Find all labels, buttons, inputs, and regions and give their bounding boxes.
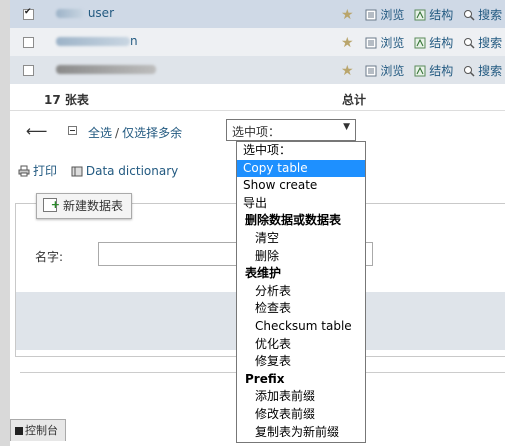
row-actions: ★ 浏览 结构 搜索 bbox=[341, 62, 505, 79]
dropdown-option[interactable]: 清空 bbox=[237, 230, 365, 248]
table-row[interactable]: ★ 浏览 结构 搜索 bbox=[10, 56, 505, 84]
table-name-label: 名字: bbox=[35, 250, 64, 264]
table-count: 17 张表 bbox=[44, 93, 89, 107]
arrow-up-icon: ⟵​ bbox=[26, 122, 48, 140]
dropdown-option[interactable]: 分析表 bbox=[237, 283, 365, 301]
search-icon bbox=[464, 66, 475, 77]
check-overhead-link[interactable]: 仅选择多余 bbox=[122, 126, 182, 140]
dropdown-option[interactable]: 导出 bbox=[237, 195, 365, 213]
structure-icon bbox=[414, 9, 426, 21]
row-actions: ★ 浏览 结构 搜索 bbox=[341, 6, 505, 23]
with-selected-dropdown: 选中项： Copy table Show create 导出 删除数据或数据表清空 删除表… bbox=[236, 141, 366, 443]
with-selected-select[interactable]: 选中项： ▼ bbox=[226, 119, 356, 141]
chevron-down-icon: ▼ bbox=[343, 122, 350, 132]
star-icon[interactable]: ★ bbox=[341, 35, 354, 51]
dropdown-option[interactable]: 选中项： bbox=[237, 142, 365, 160]
redacted-text bbox=[56, 37, 130, 46]
print-link[interactable]: 打印 bbox=[18, 164, 57, 178]
dropdown-option[interactable]: 优化表 bbox=[237, 336, 365, 354]
dropdown-group-label: 表维护 bbox=[245, 266, 282, 281]
structure-icon bbox=[414, 37, 426, 49]
search-icon bbox=[464, 38, 475, 49]
dropdown-option[interactable]: 复制表为新前缀 bbox=[237, 424, 365, 442]
dropdown-option[interactable]: 检查表 bbox=[237, 300, 365, 318]
console-tab[interactable]: 控制台 bbox=[10, 419, 66, 441]
structure-icon bbox=[414, 65, 426, 77]
printer-icon bbox=[18, 165, 30, 177]
search-link[interactable]: 搜索 bbox=[463, 6, 502, 23]
search-link[interactable]: 搜索 bbox=[463, 62, 502, 79]
dropdown-option[interactable]: Checksum table bbox=[237, 318, 365, 336]
data-dictionary-link[interactable]: Data dictionary bbox=[71, 164, 178, 178]
table-name-link[interactable] bbox=[56, 62, 156, 76]
select-value: 选中项： bbox=[232, 125, 281, 139]
structure-link[interactable]: 结构 bbox=[414, 62, 453, 79]
star-icon[interactable]: ★ bbox=[341, 63, 354, 79]
collapse-icon[interactable] bbox=[68, 126, 77, 135]
row-checkbox[interactable] bbox=[23, 37, 34, 48]
new-table-icon bbox=[43, 193, 60, 217]
redacted-text bbox=[56, 65, 156, 74]
browse-link[interactable]: 浏览 bbox=[365, 6, 404, 23]
check-all-link[interactable]: 全选 bbox=[88, 126, 112, 140]
table-row[interactable]: n ★ 浏览 结构 搜索 bbox=[10, 28, 505, 56]
new-table-legend: 新建数据表 bbox=[36, 193, 133, 219]
table-summary-row: 17 张表 总计 bbox=[10, 84, 505, 111]
search-icon bbox=[464, 10, 475, 21]
dropdown-option[interactable]: 添加表前缀 bbox=[237, 388, 365, 406]
table-name-link[interactable]: user bbox=[56, 6, 114, 20]
dropdown-option[interactable]: Show create bbox=[237, 177, 365, 195]
table-row[interactable]: user ★ 浏览 结构 搜索 bbox=[10, 0, 505, 28]
redacted-text bbox=[56, 9, 84, 18]
dropdown-group-label: 删除数据或数据表 bbox=[245, 213, 342, 228]
print-bar: 打印 Data dictionary bbox=[18, 162, 188, 179]
browse-link[interactable]: 浏览 bbox=[365, 34, 404, 51]
dropdown-group-label: Prefix bbox=[245, 371, 285, 386]
dropdown-option[interactable]: Copy table bbox=[237, 159, 365, 178]
browse-icon bbox=[365, 65, 377, 77]
row-checkbox[interactable] bbox=[23, 65, 34, 76]
dropdown-option[interactable]: 修改表前缀 bbox=[237, 406, 365, 424]
console-icon bbox=[15, 427, 23, 435]
bulk-select-links: 全选 / 仅选择多余 bbox=[88, 124, 182, 141]
database-structure-page: user ★ 浏览 结构 搜索 n ★ 浏览 结构 搜索 ★ 浏览 结构 搜索 … bbox=[10, 0, 505, 446]
dropdown-option[interactable]: 删除 bbox=[237, 248, 365, 266]
dictionary-icon bbox=[71, 166, 83, 177]
browse-link[interactable]: 浏览 bbox=[365, 62, 404, 79]
row-actions: ★ 浏览 结构 搜索 bbox=[341, 34, 505, 51]
star-icon[interactable]: ★ bbox=[341, 7, 354, 23]
table-name-link[interactable]: n bbox=[56, 34, 138, 48]
structure-link[interactable]: 结构 bbox=[414, 34, 453, 51]
dropdown-option[interactable]: 修复表 bbox=[237, 353, 365, 371]
browse-icon bbox=[365, 37, 377, 49]
search-link[interactable]: 搜索 bbox=[463, 34, 502, 51]
separator: / bbox=[115, 126, 120, 140]
structure-link[interactable]: 结构 bbox=[414, 6, 453, 23]
total-label: 总计 bbox=[342, 93, 367, 107]
browse-icon bbox=[365, 9, 377, 21]
row-checkbox[interactable] bbox=[23, 7, 34, 20]
